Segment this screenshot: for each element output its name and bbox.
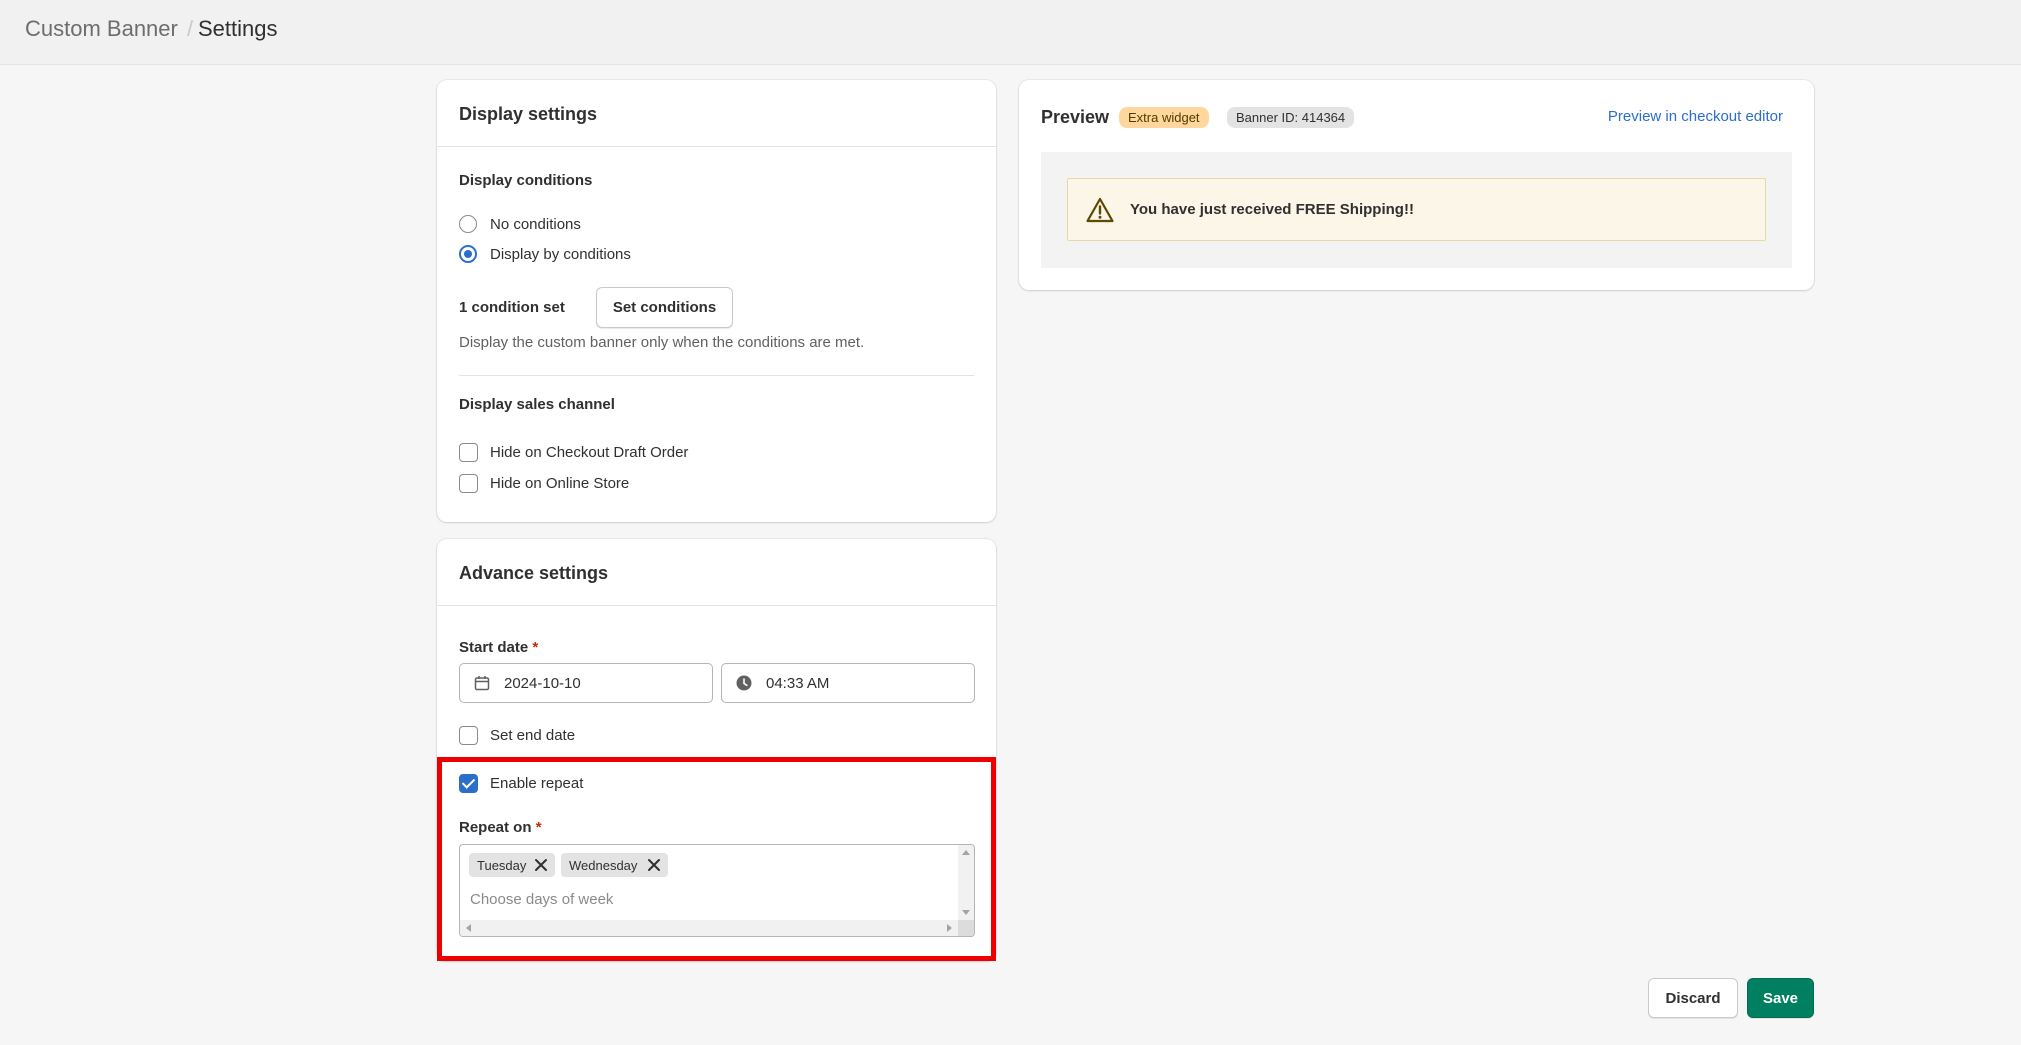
tag-label: Wednesday xyxy=(569,857,638,873)
radio-no-conditions[interactable] xyxy=(459,215,477,233)
card-title: Display settings xyxy=(459,104,598,124)
clock-icon xyxy=(736,675,752,691)
checkbox-hide-checkout-draft-order[interactable] xyxy=(459,443,478,462)
card-header: Advance settings xyxy=(437,539,996,606)
condition-count: 1 condition set xyxy=(459,299,565,316)
x-icon[interactable] xyxy=(534,858,548,872)
scroll-right-arrow[interactable] xyxy=(947,924,952,932)
advance-settings-card: Advance settings Start date * 2024-10-10… xyxy=(437,539,996,961)
calendar-icon xyxy=(474,676,490,691)
set-conditions-button[interactable]: Set conditions xyxy=(596,287,733,328)
start-date-label-text: Start date xyxy=(459,639,529,656)
checkbox-label-set-end-date[interactable]: Set end date xyxy=(490,727,575,744)
breadcrumb-parent[interactable]: Custom Banner xyxy=(25,16,178,42)
scroll-up-arrow[interactable] xyxy=(962,850,970,855)
preview-card: Preview Extra widget Banner ID: 414364 P… xyxy=(1019,80,1814,290)
page-title: Settings xyxy=(198,16,278,41)
preview-area: You have just received FREE Shipping!! xyxy=(1041,152,1792,268)
tag-label: Tuesday xyxy=(477,857,527,873)
scrollbar-corner xyxy=(958,920,974,936)
horizontal-scrollbar[interactable] xyxy=(460,920,958,936)
required-mark: * xyxy=(532,639,539,656)
repeat-on-label: Repeat on * xyxy=(459,819,542,836)
preview-in-checkout-editor-link[interactable]: Preview in checkout editor xyxy=(1608,108,1783,125)
checkbox-set-end-date[interactable] xyxy=(459,726,478,745)
tag-tuesday: Tuesday xyxy=(469,853,555,877)
top-bar: Custom Banner / Settings xyxy=(0,0,2021,65)
card-title: Advance settings xyxy=(459,563,609,583)
repeat-days-multiselect[interactable]: Tuesday Wednesday Choose days of week xyxy=(459,844,975,937)
checkbox-enable-repeat[interactable] xyxy=(459,774,478,793)
checkbox-hide-online-store[interactable] xyxy=(459,474,478,493)
sales-channel-label: Display sales channel xyxy=(459,396,615,413)
scroll-left-arrow[interactable] xyxy=(466,924,471,932)
start-time-input[interactable]: 04:33 AM xyxy=(721,663,975,703)
banner-message: You have just received FREE Shipping!! xyxy=(1130,201,1414,218)
radio-label-display-by-conditions[interactable]: Display by conditions xyxy=(490,246,631,263)
breadcrumb-separator: / xyxy=(187,16,194,41)
card-header: Display settings xyxy=(437,80,996,147)
checkbox-label-enable-repeat[interactable]: Enable repeat xyxy=(490,775,583,792)
warning-icon xyxy=(1086,197,1114,223)
banner-id-badge: Banner ID: 414364 xyxy=(1227,107,1355,128)
repeat-days-placeholder[interactable]: Choose days of week xyxy=(470,891,613,908)
display-settings-card: Display settings Display conditions No c… xyxy=(437,80,996,522)
start-date-label: Start date * xyxy=(459,639,538,656)
repeat-on-label-text: Repeat on xyxy=(459,819,532,836)
start-time-value: 04:33 AM xyxy=(766,675,830,692)
preview-banner: You have just received FREE Shipping!! xyxy=(1067,178,1766,241)
radio-display-by-conditions[interactable] xyxy=(459,245,477,263)
start-date-value: 2024-10-10 xyxy=(504,675,581,692)
start-date-input[interactable]: 2024-10-10 xyxy=(459,663,713,703)
divider xyxy=(459,375,974,376)
preview-title: Preview xyxy=(1041,107,1110,127)
vertical-scrollbar[interactable] xyxy=(958,845,974,920)
required-mark: * xyxy=(535,819,542,836)
scroll-down-arrow[interactable] xyxy=(962,910,970,915)
x-icon[interactable] xyxy=(647,858,661,872)
checkbox-label-hide-online-store[interactable]: Hide on Online Store xyxy=(490,475,629,492)
radio-label-no-conditions[interactable]: No conditions xyxy=(490,216,581,233)
extra-widget-badge: Extra widget xyxy=(1119,107,1209,128)
conditions-help-text: Display the custom banner only when the … xyxy=(459,334,865,351)
save-button[interactable]: Save xyxy=(1747,978,1814,1018)
checkbox-label-hide-checkout-draft-order[interactable]: Hide on Checkout Draft Order xyxy=(490,444,688,461)
tag-wednesday: Wednesday xyxy=(561,853,668,877)
discard-button[interactable]: Discard xyxy=(1648,978,1738,1018)
display-conditions-label: Display conditions xyxy=(459,172,593,189)
